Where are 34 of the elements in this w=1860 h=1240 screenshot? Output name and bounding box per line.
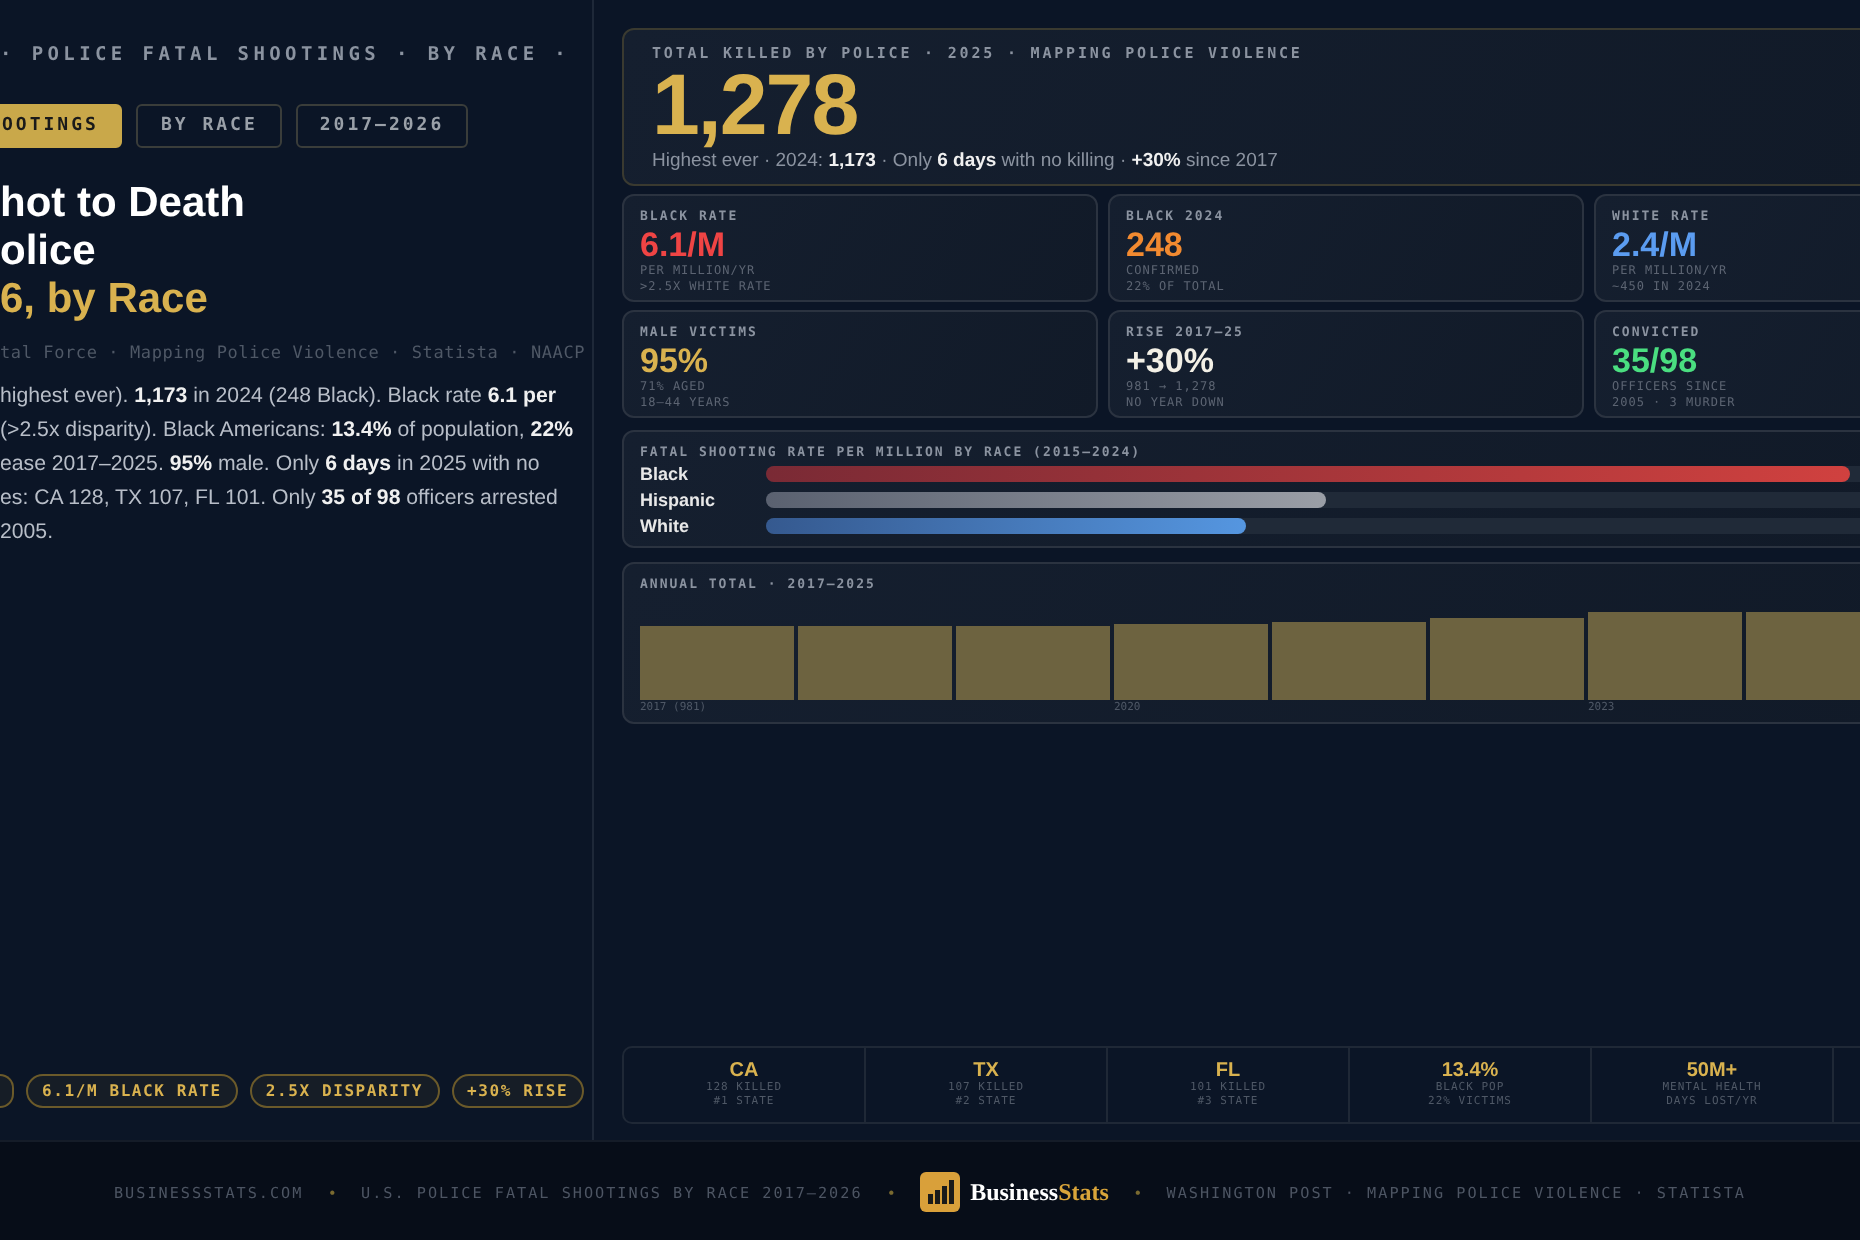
stat-value: 95% (640, 342, 711, 380)
hero-value: 1,278 (652, 62, 858, 150)
kicker-text: · POLICE FATAL SHOOTINGS · BY RACE · (0, 44, 573, 66)
body-paragraph: highest ever). 1,173 in 2024 (248 Black). Black rate 6.1 per (>2.5x disparity). Black Americans: 13.4% of population, 22% ease 2017–2025. 95% male. Only 6 days in 2025 with no es: CA 128, TX 107, FL 101. Only 35 of 98 officers arrested 2005. (0, 382, 575, 548)
stat-value: 6.1/M (640, 226, 728, 264)
strip-value: TX (973, 1060, 999, 1082)
race-label: Hispanic (640, 489, 718, 509)
stat-pill: +30% RISE (451, 1074, 585, 1108)
tag-button[interactable]: 2017–2026 (295, 104, 469, 148)
headline-line: olice (0, 228, 98, 276)
race-label: White (640, 515, 691, 535)
strip-value: FL (1215, 1060, 1241, 1082)
stat-pill: 2.5X DISPARITY (249, 1074, 440, 1108)
strip-value: CA (729, 1060, 759, 1082)
bar-chart-logo-icon (920, 1172, 961, 1212)
stat-pill: 6.1/M BLACK RATE (26, 1074, 238, 1108)
strip-value: 13.4% (1441, 1060, 1499, 1082)
separator-dot: • (329, 1183, 336, 1201)
stat-value: 2.4/M (1612, 226, 1700, 264)
tag-button[interactable]: OOTINGS (0, 104, 123, 148)
annual-bar (1746, 611, 1860, 700)
separator-dot: • (888, 1183, 895, 1201)
stat-value: 248 (1126, 226, 1185, 264)
hero-note: Highest ever · 2024: 1,173 · Only 6 days with no killing · +30% since 2017 (652, 150, 1280, 172)
logo-wordmark: BusinessStats (970, 1177, 1109, 1207)
stat-value: +30% (1126, 342, 1216, 380)
separator-dot: • (1134, 1183, 1141, 1201)
tag-button[interactable]: BY RACE (136, 104, 282, 148)
sources-text: tal Force · Mapping Police Violence · Statista · NAACP (0, 344, 588, 364)
race-label: Black (640, 463, 691, 483)
strip-value: 50M+ (1686, 1060, 1738, 1082)
headline-line: 6, by Race (0, 276, 210, 324)
headline-line: hot to Death (0, 180, 247, 228)
stat-value: 35/98 (1612, 342, 1700, 380)
